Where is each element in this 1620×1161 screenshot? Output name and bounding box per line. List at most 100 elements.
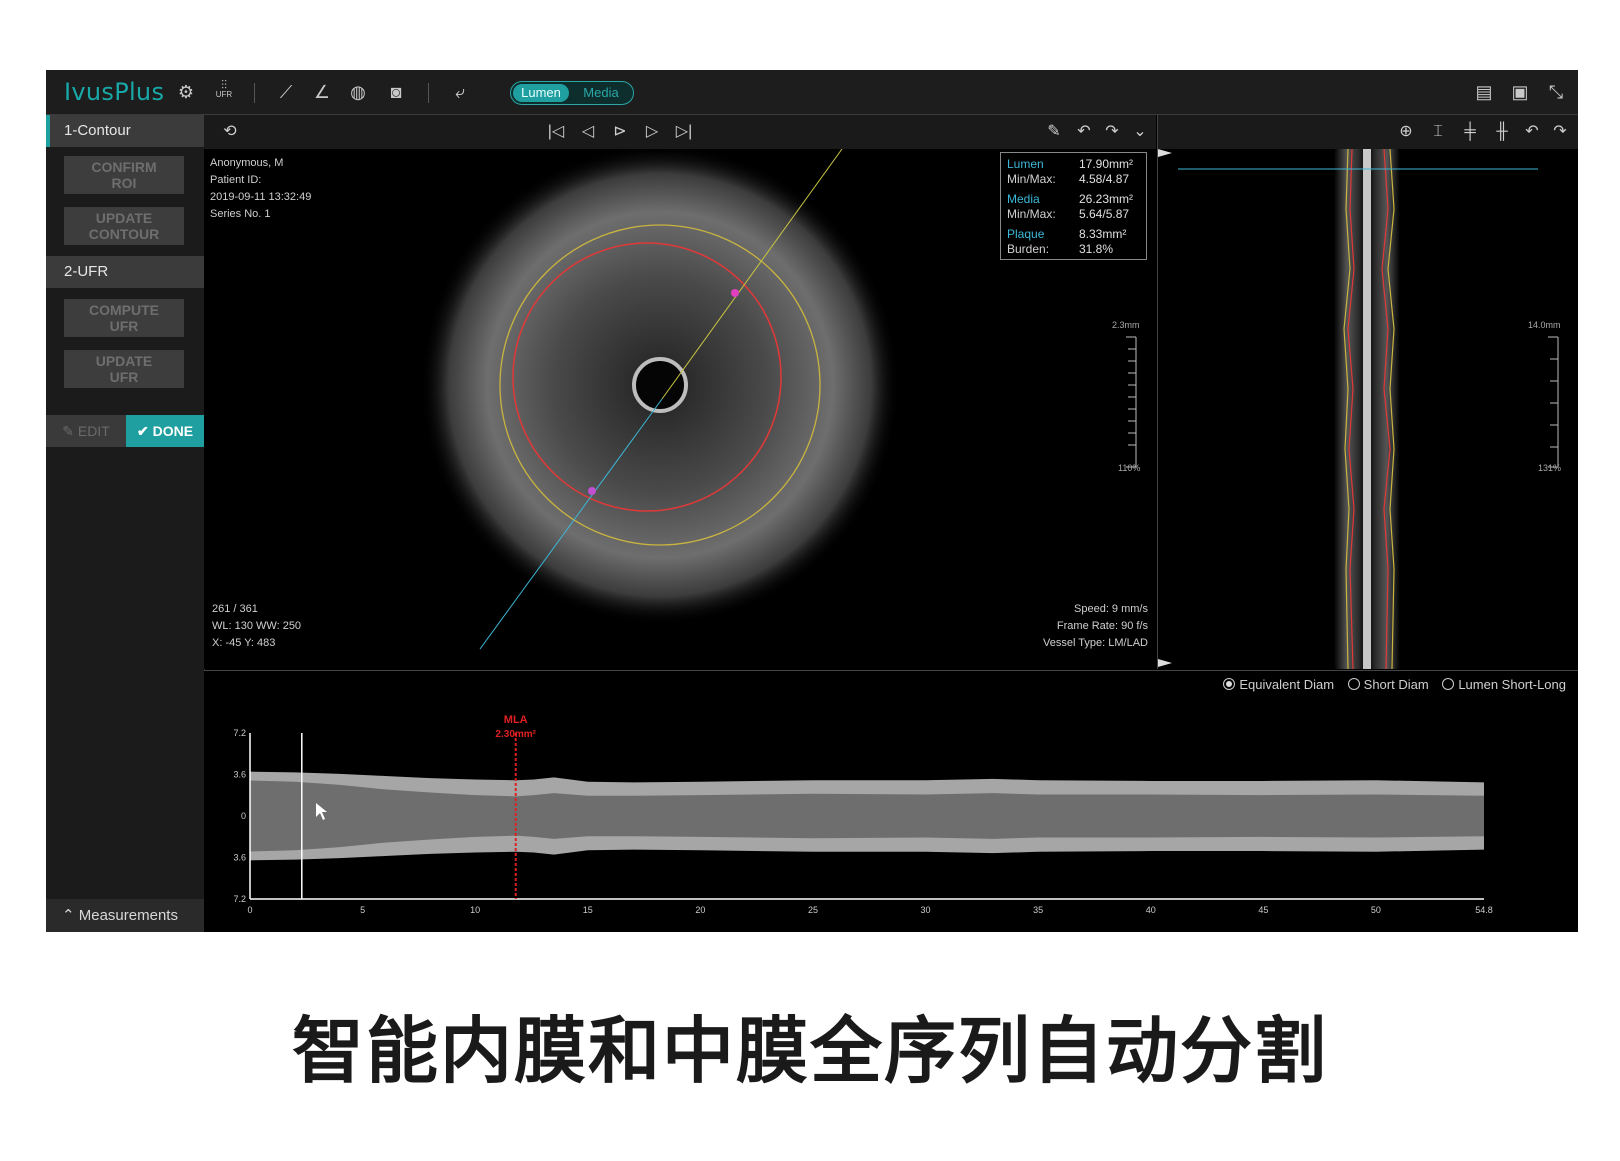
first-frame-icon[interactable]: |◁ — [544, 120, 568, 144]
cross-scale-bottom-label: 110% — [1118, 463, 1141, 473]
lumen-point-lower[interactable] — [588, 487, 596, 495]
measure-line-icon[interactable]: ⟋ — [274, 80, 298, 104]
bottom-marker[interactable] — [1158, 659, 1172, 667]
long-scale-bar — [1548, 336, 1559, 468]
vessel-type: Vessel Type: LM/LAD — [1043, 637, 1148, 649]
lumen-media-toggle[interactable]: Lumen Media — [510, 81, 634, 105]
y-tick-label: 3.6 — [233, 770, 246, 780]
edit-label: EDIT — [77, 423, 110, 439]
long-scale-bottom-label: 131% — [1538, 463, 1562, 473]
x-tick-label: 5 — [360, 905, 365, 915]
patient-name: Anonymous, M — [210, 157, 284, 169]
frame-info: 261 / 361 WL: 130 WW: 250 X: -45 Y: 483 — [212, 601, 301, 652]
export-icon[interactable]: ⤶ — [448, 80, 472, 104]
pullback-speed: Speed: 9 mm/s — [1074, 603, 1148, 615]
loop-icon[interactable]: ⟲ — [218, 120, 242, 144]
done-button[interactable]: ✔ DONE — [126, 415, 204, 447]
long-scale-top-label: 14.0mm — [1528, 320, 1561, 330]
measurements-panel-toggle[interactable]: ⌃ Measurements — [46, 899, 204, 932]
measurement-table: Lumen 17.90mm² Min/Max: 4.58/4.87 Media 26.… — [1000, 152, 1147, 260]
fit-icon[interactable]: ⌶ — [1426, 120, 1450, 144]
done-label: DONE — [152, 423, 194, 439]
undo-icon[interactable]: ↶ — [1072, 120, 1096, 144]
lumen-area: 17.90mm² — [1079, 157, 1134, 171]
lumen-label: Lumen — [1007, 157, 1044, 171]
compute-ufr-label: COMPUTE UFR — [89, 302, 159, 334]
lumen-option[interactable]: Lumen — [513, 84, 569, 102]
update-contour-label: UPDATE CONTOUR — [88, 210, 160, 242]
plaque-burden: 31.8% — [1079, 242, 1114, 256]
longitudinal-catheter — [1363, 149, 1371, 669]
plaque-label: Plaque — [1007, 227, 1045, 241]
update-ufr-label: UPDATE UFR — [95, 353, 153, 385]
plaque-area: 8.33mm² — [1079, 227, 1127, 241]
pencil-icon: ✎ — [62, 423, 78, 439]
longitudinal-toolbar: ⊕ ⌶ ╪ ╫ ↶ ↷ — [1158, 115, 1578, 149]
y-tick-label: 7.2 — [233, 728, 246, 738]
workflow-sidebar: 1-Contour CONFIRM ROI UPDATE CONTOUR 2-U… — [46, 115, 205, 932]
media-label: Media — [1007, 192, 1040, 206]
x-tick-label: 54.8 — [1475, 905, 1493, 915]
save-icon[interactable]: ▣ — [1508, 80, 1532, 104]
playback-toolbar: ⟲ |◁ ◁ ⊳ ▷ ▷| ✎ ↶ ↷ ⌄ — [204, 115, 1156, 149]
confirm-roi-button[interactable]: CONFIRM ROI — [64, 156, 184, 194]
diameter-profile-panel: Equivalent Diam Short Diam Lumen Short-L… — [204, 670, 1578, 932]
mla-value: 2.30mm² — [495, 729, 536, 740]
next-frame-icon[interactable]: ▷ — [640, 120, 664, 144]
long-undo-icon[interactable]: ↶ — [1520, 120, 1544, 144]
burden-label: Burden: — [1007, 242, 1050, 256]
frame-counter: 261 / 361 — [212, 603, 258, 615]
lumen-point-upper[interactable] — [731, 289, 739, 297]
catheter — [632, 357, 688, 413]
collapse-icon[interactable]: ⤡ — [1544, 80, 1568, 104]
x-tick-label: 30 — [921, 905, 931, 915]
toolbar-divider — [254, 83, 255, 103]
prev-frame-icon[interactable]: ◁ — [576, 120, 600, 144]
x-tick-label: 0 — [247, 905, 252, 915]
diameter-profile-chart[interactable]: 7.2 3.6 0 3.6 7.2 0 5 10 15 20 25 30 35 40 45 50 54.8 M… — [204, 671, 1578, 932]
longitudinal-image[interactable] — [1158, 149, 1578, 669]
crosshair-icon[interactable]: ╪ — [1458, 120, 1482, 144]
study-datetime: 2019-09-11 13:32:49 — [210, 191, 312, 203]
cross-section-view: ⟲ |◁ ◁ ⊳ ▷ ▷| ✎ ↶ ↷ ⌄ 2.3mm 110% Anonymo… — [204, 115, 1156, 669]
edit-button[interactable]: ✎ EDIT — [46, 415, 126, 447]
chevron-up-icon: ⌃ — [62, 907, 79, 924]
texture-icon[interactable]: ◍ — [346, 80, 370, 104]
window-level: WL: 130 WW: 250 — [212, 620, 302, 632]
report-icon[interactable]: ▤ — [1472, 80, 1496, 104]
check-icon: ✔ — [136, 423, 153, 439]
ufr-sliders-icon[interactable]: ⫶⫶ UFR — [212, 79, 236, 104]
update-contour-button[interactable]: UPDATE CONTOUR — [64, 207, 184, 245]
zoom-icon[interactable]: ⊕ — [1394, 120, 1418, 144]
chevron-down-icon[interactable]: ⌄ — [1128, 120, 1152, 144]
app-logo: IvusPlus — [64, 78, 165, 106]
camera-icon[interactable]: ◙ — [384, 80, 408, 104]
last-frame-icon[interactable]: ▷| — [672, 120, 696, 144]
redo-icon[interactable]: ↷ — [1100, 120, 1124, 144]
edit-contour-icon[interactable]: ✎ — [1042, 120, 1066, 144]
section-contour[interactable]: 1-Contour — [46, 115, 204, 147]
mla-label: MLA — [504, 714, 528, 726]
angle-icon[interactable]: ∠ — [310, 80, 334, 104]
x-tick-label: 45 — [1258, 905, 1268, 915]
media-option[interactable]: Media — [573, 84, 629, 102]
play-icon[interactable]: ⊳ — [608, 120, 632, 144]
long-redo-icon[interactable]: ↷ — [1548, 120, 1572, 144]
acquisition-info: Speed: 9 mm/s Frame Rate: 90 f/s Vessel … — [1043, 601, 1148, 652]
x-tick-label: 20 — [695, 905, 705, 915]
patient-info: Anonymous, M Patient ID: 2019-09-11 13:3… — [210, 155, 311, 223]
longitudinal-view: ⊕ ⌶ ╪ ╫ ↶ ↷ 14.0mm 131% — [1157, 115, 1578, 669]
settings-icon[interactable]: ⚙ — [174, 80, 198, 104]
media-area: 26.23mm² — [1079, 192, 1134, 206]
y-tick-label: 3.6 — [233, 853, 246, 863]
x-tick-label: 10 — [470, 905, 480, 915]
ivus-app-window: IvusPlus ⚙ ⫶⫶ UFR ⟋ ∠ ◍ ◙ ⤶ Lumen Media ▤… — [46, 70, 1578, 932]
double-crosshair-icon[interactable]: ╫ — [1490, 120, 1514, 144]
x-tick-label: 15 — [583, 905, 593, 915]
frame-rate: Frame Rate: 90 f/s — [1056, 620, 1148, 632]
confirm-roi-label: CONFIRM ROI — [91, 159, 157, 191]
compute-ufr-button[interactable]: COMPUTE UFR — [64, 299, 184, 337]
top-marker[interactable] — [1158, 149, 1172, 157]
section-ufr[interactable]: 2-UFR — [46, 256, 204, 288]
update-ufr-button[interactable]: UPDATE UFR — [64, 350, 184, 388]
